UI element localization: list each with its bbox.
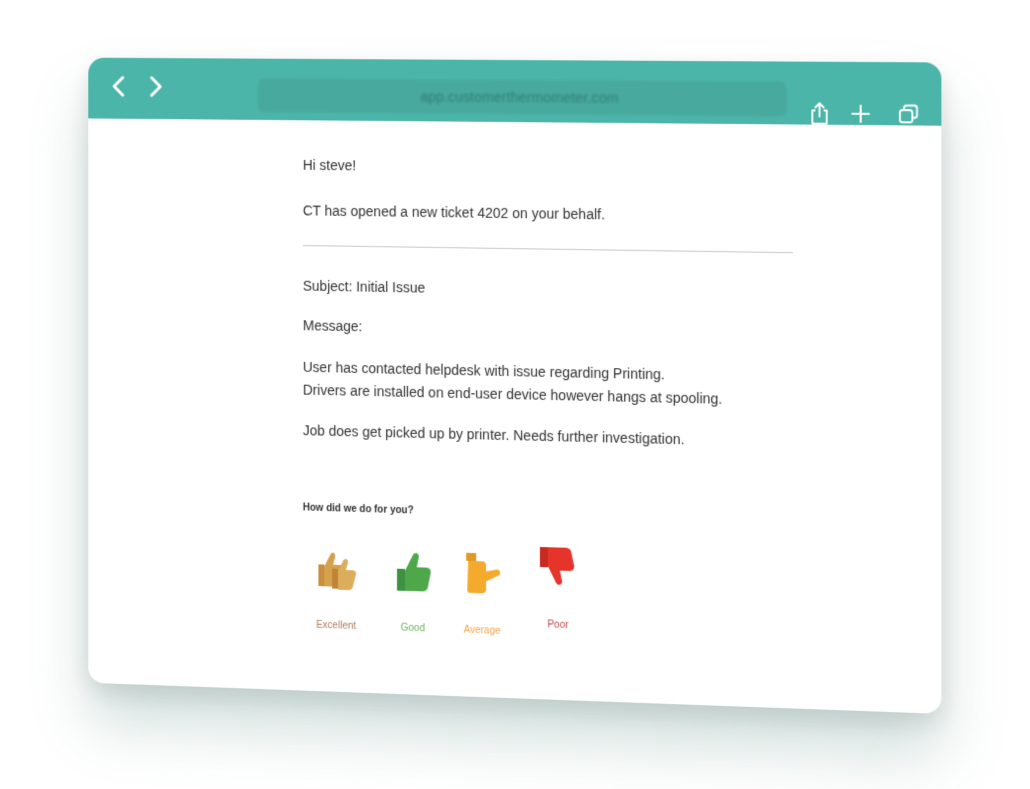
rating-options: Excellent Good Average Poor xyxy=(316,542,614,661)
thumbs-down-icon xyxy=(534,541,582,595)
rating-label: Good xyxy=(377,622,448,635)
stage: app.customerthermometer.com Hi steve! CT… xyxy=(0,0,1030,789)
double-thumbs-up-icon xyxy=(313,542,360,595)
new-tab-button[interactable] xyxy=(848,101,873,128)
address-bar[interactable]: app.customerthermometer.com xyxy=(258,78,787,116)
share-button[interactable] xyxy=(807,100,832,127)
tabs-button[interactable] xyxy=(896,101,921,128)
back-button[interactable] xyxy=(106,72,133,102)
rating-excellent-button[interactable]: Excellent xyxy=(301,542,372,643)
thumbs-up-icon xyxy=(389,545,436,598)
rating-label: Poor xyxy=(522,619,594,632)
rating-good-button[interactable]: Good xyxy=(377,544,448,646)
survey-question: How did we do for you? xyxy=(303,502,414,516)
rating-poor-button[interactable]: Poor xyxy=(522,540,594,643)
message-body-line: Job does get picked up by printer. Needs… xyxy=(303,419,685,451)
rating-average-button[interactable]: Average xyxy=(446,546,518,648)
greeting-text: Hi steve! xyxy=(303,154,356,177)
email-content: Hi steve! CT has opened a new ticket 420… xyxy=(303,154,803,159)
intro-text: CT has opened a new ticket 4202 on your … xyxy=(303,199,605,226)
rating-label: Average xyxy=(446,624,518,637)
tabs-icon xyxy=(896,101,921,128)
browser-window: app.customerthermometer.com Hi steve! CT… xyxy=(88,58,941,714)
url-text: app.customerthermometer.com xyxy=(420,88,619,105)
chevron-left-icon xyxy=(106,72,133,102)
chevron-right-icon xyxy=(142,72,169,102)
plus-icon xyxy=(848,101,873,128)
message-label: Message: xyxy=(303,314,362,338)
forward-button[interactable] xyxy=(142,72,169,102)
share-icon xyxy=(807,100,832,127)
rating-label: Excellent xyxy=(301,619,372,632)
browser-toolbar: app.customerthermometer.com xyxy=(88,58,941,126)
thumbs-sideways-icon xyxy=(458,547,506,600)
subject-text: Subject: Initial Issue xyxy=(303,275,425,300)
divider xyxy=(303,245,793,253)
